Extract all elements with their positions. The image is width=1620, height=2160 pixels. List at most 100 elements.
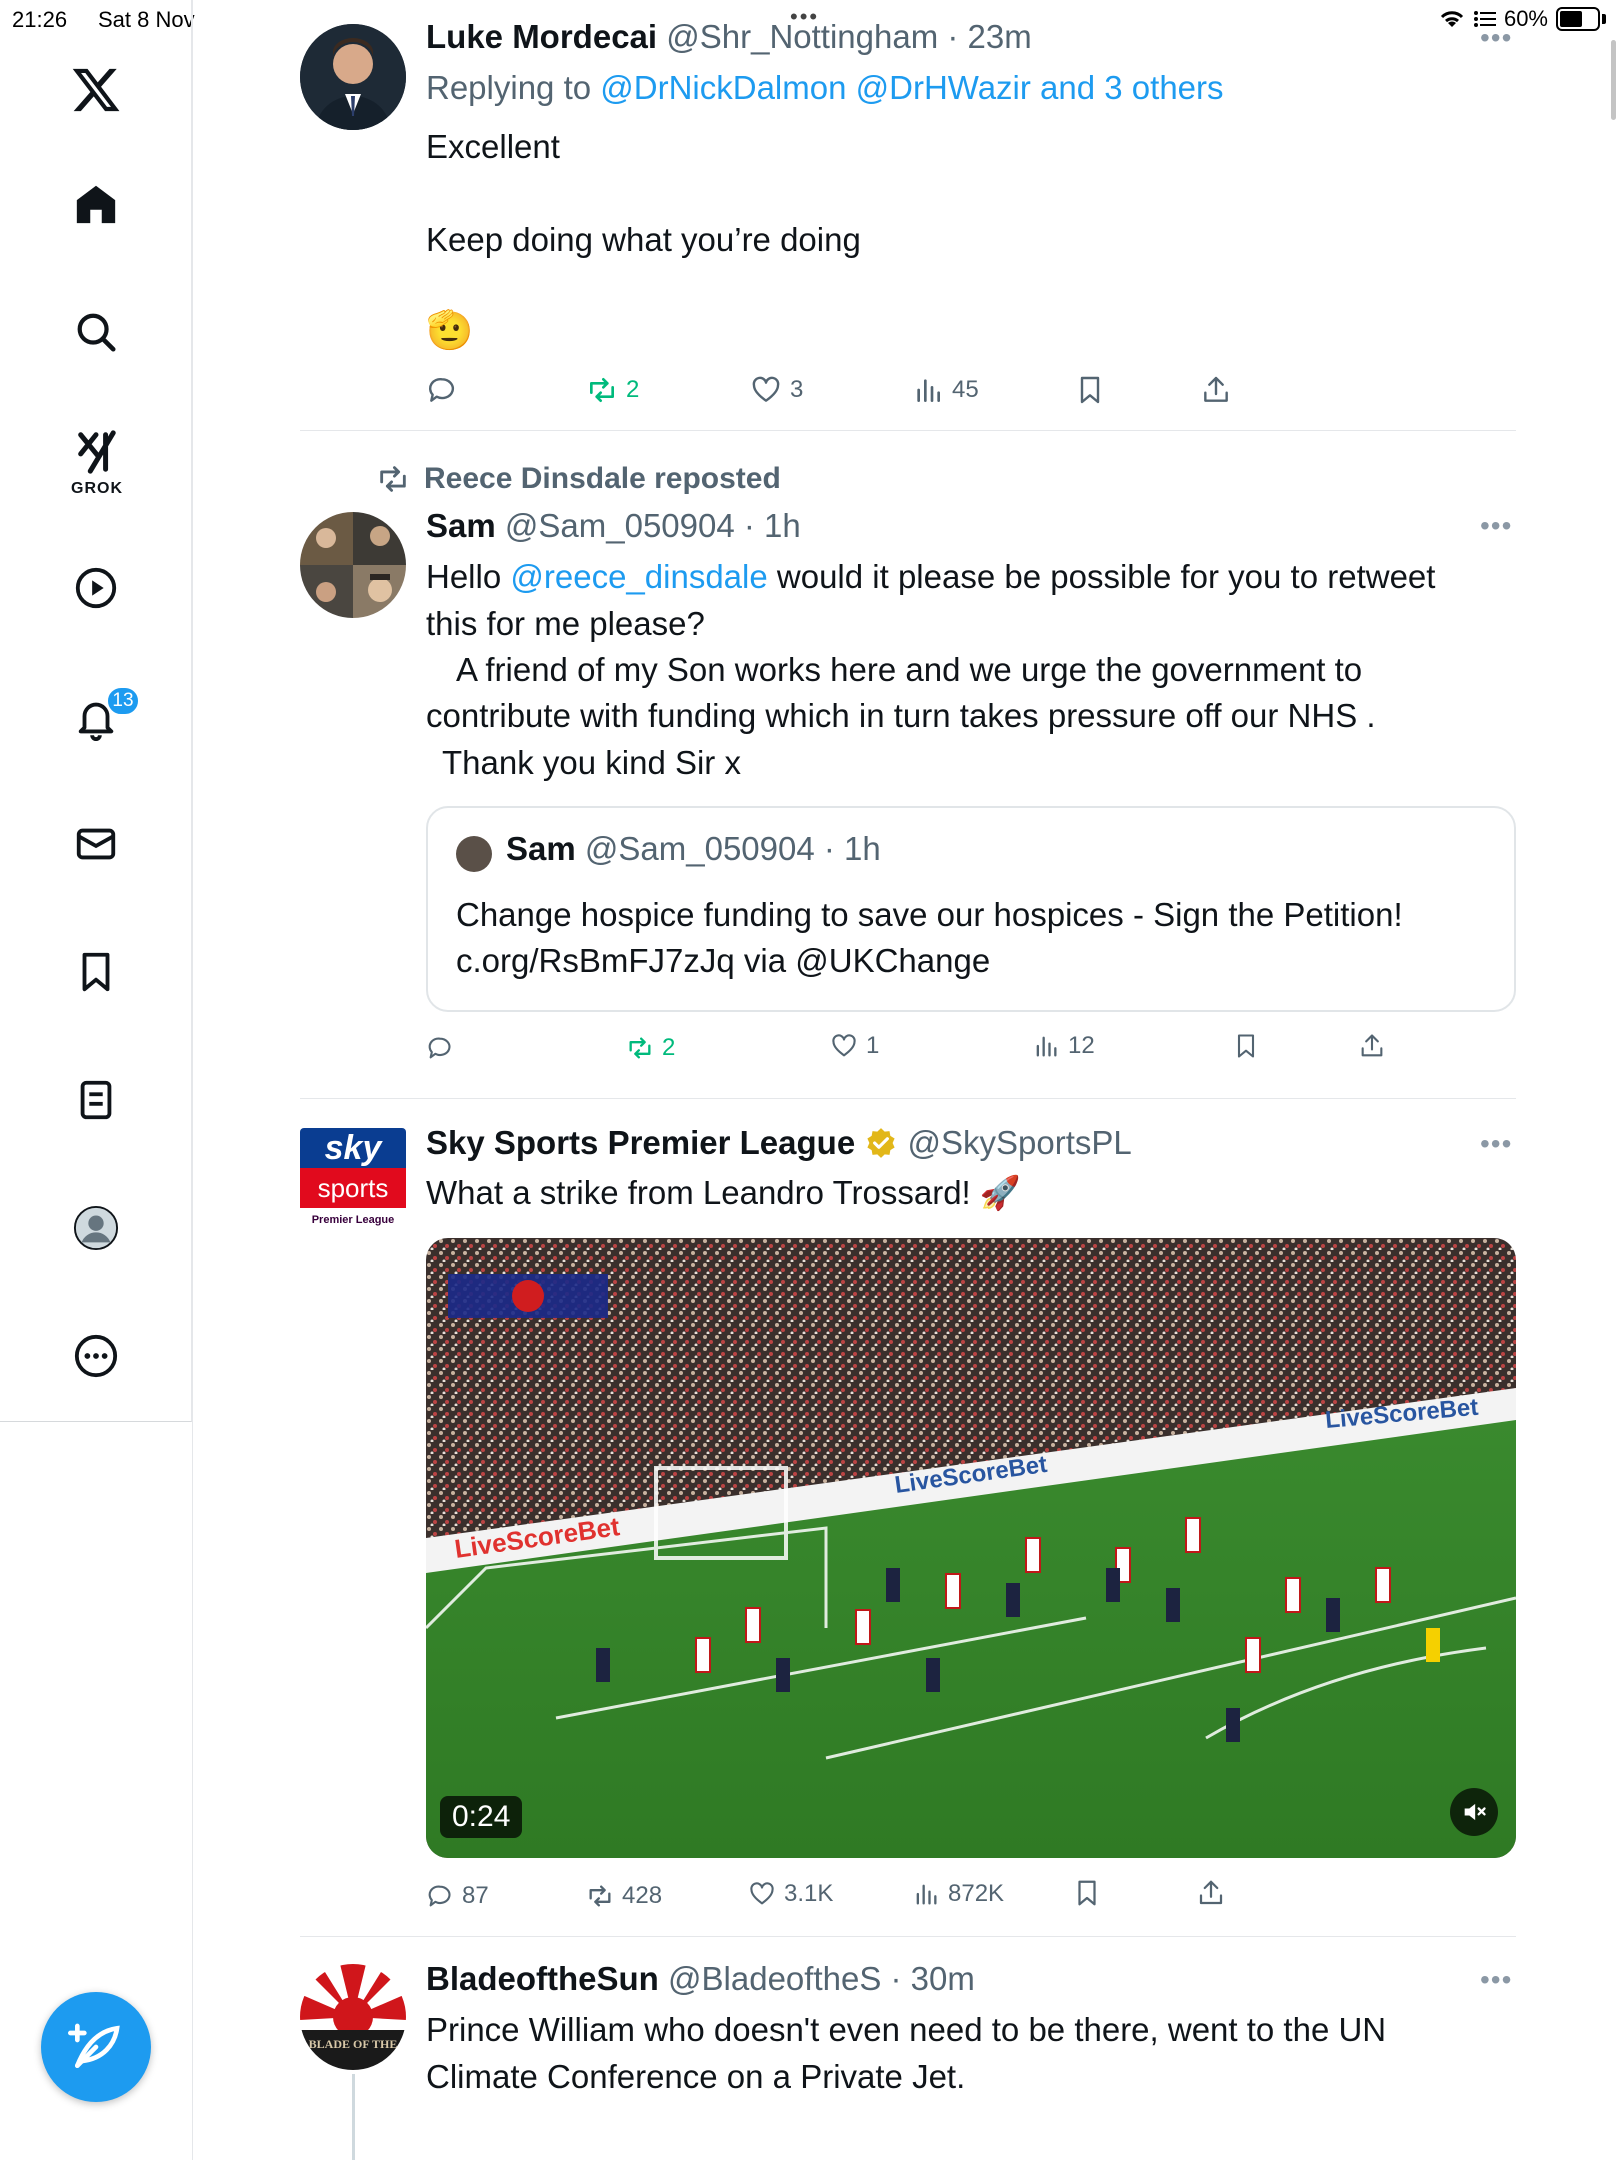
- avatar-text: BLADE OF THE: [309, 2037, 398, 2051]
- tweet-text-line: contribute with funding which in turn ta…: [426, 697, 1376, 734]
- heart-icon: [752, 376, 780, 402]
- mention-link[interactable]: @reece_dinsdale: [510, 558, 767, 595]
- repost-button[interactable]: 2: [586, 374, 639, 406]
- author-name[interactable]: BladeoftheSun: [426, 1960, 659, 1997]
- wifi-icon: [1440, 11, 1464, 27]
- repost-count: 428: [622, 1882, 663, 1909]
- tweet-more-icon[interactable]: •••: [1480, 1964, 1512, 1996]
- more-options-icon[interactable]: [66, 1326, 126, 1386]
- like-button[interactable]: 1: [830, 1032, 879, 1060]
- quote-avatar: [456, 836, 492, 872]
- bookmarks-icon[interactable]: [66, 942, 126, 1002]
- bookmark-button[interactable]: [1072, 1878, 1102, 1908]
- views-count: 45: [952, 376, 979, 403]
- author-handle[interactable]: @Sam_050904: [505, 507, 735, 544]
- author-name[interactable]: Luke Mordecai: [426, 18, 657, 55]
- quote-time: 1h: [844, 830, 881, 867]
- reply-button[interactable]: [426, 374, 466, 406]
- x-logo-icon[interactable]: [66, 60, 126, 120]
- repost-icon: [589, 1885, 611, 1907]
- share-button[interactable]: [1196, 1878, 1226, 1908]
- share-icon: [1361, 1034, 1383, 1057]
- bookmark-icon: [1080, 376, 1100, 404]
- speaker-muted-icon: [1464, 1803, 1486, 1821]
- reply-button[interactable]: [426, 1034, 462, 1062]
- video-duration: 0:24: [440, 1796, 523, 1838]
- tweet-text-line: Thank you kind Sir x: [442, 744, 741, 781]
- tweet-header: Luke Mordecai @Shr_Nottingham · 23m: [426, 18, 1032, 55]
- replying-to: Replying to @DrNickDalmon @DrHWazir and …: [426, 69, 1224, 106]
- reply-icon: [428, 1037, 451, 1059]
- author-handle[interactable]: @SkySportsPL: [908, 1124, 1132, 1161]
- scrollbar[interactable]: [1611, 40, 1616, 120]
- avatar[interactable]: BLADE OF THE: [300, 1964, 406, 2070]
- avatar[interactable]: [300, 512, 406, 618]
- views-button[interactable]: 872K: [912, 1880, 1004, 1908]
- grok-icon[interactable]: [66, 422, 126, 482]
- like-count: 3.1K: [784, 1880, 834, 1907]
- mute-button[interactable]: [1450, 1788, 1498, 1836]
- home-icon[interactable]: [66, 174, 126, 234]
- quote-author-name: Sam: [506, 830, 576, 867]
- tweet-time[interactable]: 23m: [968, 18, 1032, 55]
- bookmark-icon: [1237, 1034, 1255, 1058]
- like-count: 1: [866, 1032, 880, 1059]
- views-count: 12: [1068, 1032, 1095, 1059]
- share-button[interactable]: [1200, 374, 1232, 406]
- bookmark-button[interactable]: [1232, 1032, 1260, 1060]
- avatar-photo: [300, 24, 406, 130]
- verified-badge-icon: [867, 1128, 895, 1158]
- author-handle[interactable]: @BladeoftheS: [668, 1960, 881, 1997]
- like-button[interactable]: 3: [750, 374, 803, 406]
- tweet-header: Sky Sports Premier League @SkySportsPL: [426, 1124, 1132, 1162]
- tweet-text-line: A friend of my Son works here and we urg…: [456, 651, 1363, 688]
- heart-icon: [750, 1882, 774, 1905]
- profile-avatar-icon[interactable]: [66, 1198, 126, 1258]
- repost-count: 2: [662, 1034, 676, 1061]
- tweet-more-icon[interactable]: •••: [1480, 1128, 1512, 1160]
- views-button[interactable]: 45: [912, 374, 979, 406]
- avatar-photo: [300, 512, 406, 618]
- share-icon: [1199, 1880, 1223, 1905]
- compose-post-button[interactable]: [41, 1992, 151, 2102]
- avatar-sports-text: sports: [300, 1168, 406, 1208]
- notifications-badge: 13: [106, 686, 140, 716]
- reposted-by[interactable]: Reece Dinsdale reposted: [376, 462, 781, 496]
- like-button[interactable]: 3.1K: [748, 1880, 833, 1908]
- repost-icon: [590, 378, 614, 402]
- messages-mail-icon[interactable]: [66, 814, 126, 874]
- tweet-text-line: Prince William who doesn't even need to …: [426, 2011, 1387, 2048]
- quote-author-handle: @Sam_050904: [584, 830, 815, 867]
- quote-text-line: c.org/RsBmFJ7zJq via @UKChange: [456, 942, 991, 979]
- reply-button[interactable]: 87: [426, 1882, 489, 1910]
- tweet-emoji: 🫡: [426, 310, 474, 352]
- grok-label: GROK: [71, 480, 123, 497]
- repost-button[interactable]: 2: [626, 1034, 675, 1062]
- author-name[interactable]: Sky Sports Premier League: [426, 1124, 855, 1161]
- tweet-time[interactable]: 1h: [764, 507, 801, 544]
- quoted-tweet[interactable]: Sam @Sam_050904 · 1h Change hospice fund…: [426, 806, 1516, 1012]
- author-handle[interactable]: @Shr_Nottingham: [666, 18, 938, 55]
- video-player[interactable]: LiveScoreBet LiveScoreBet LiveScoreBet 0…: [426, 1238, 1516, 1858]
- author-name[interactable]: Sam: [426, 507, 496, 544]
- views-chart-icon: [1036, 1036, 1057, 1057]
- tweet-more-icon[interactable]: •••: [1480, 510, 1512, 542]
- avatar[interactable]: sky sports Premier League: [300, 1128, 406, 1234]
- tweet-header: Sam @Sam_050904 · 1h: [426, 507, 801, 544]
- share-icon: [1204, 376, 1228, 402]
- avatar[interactable]: [300, 24, 406, 130]
- tweet-text-line: Hello @reece_dinsdale would it please be…: [426, 558, 1436, 595]
- share-button[interactable]: [1358, 1032, 1386, 1060]
- bookmark-button[interactable]: [1074, 374, 1106, 406]
- search-icon[interactable]: [66, 302, 126, 362]
- tweet-time[interactable]: 30m: [911, 1960, 975, 1997]
- compose-feather-icon: [68, 2023, 120, 2068]
- views-count: 872K: [948, 1880, 1005, 1907]
- views-button[interactable]: 12: [1032, 1032, 1095, 1060]
- tweet-text-line: Climate Conference on a Private Jet.: [426, 2058, 966, 2095]
- video-icon[interactable]: [66, 558, 126, 618]
- repost-button[interactable]: 428: [586, 1882, 662, 1910]
- lists-icon[interactable]: [66, 1070, 126, 1130]
- tweet-more-icon[interactable]: •••: [1480, 22, 1512, 54]
- replying-to-mentions[interactable]: @DrNickDalmon @DrHWazir and 3 others: [600, 69, 1223, 106]
